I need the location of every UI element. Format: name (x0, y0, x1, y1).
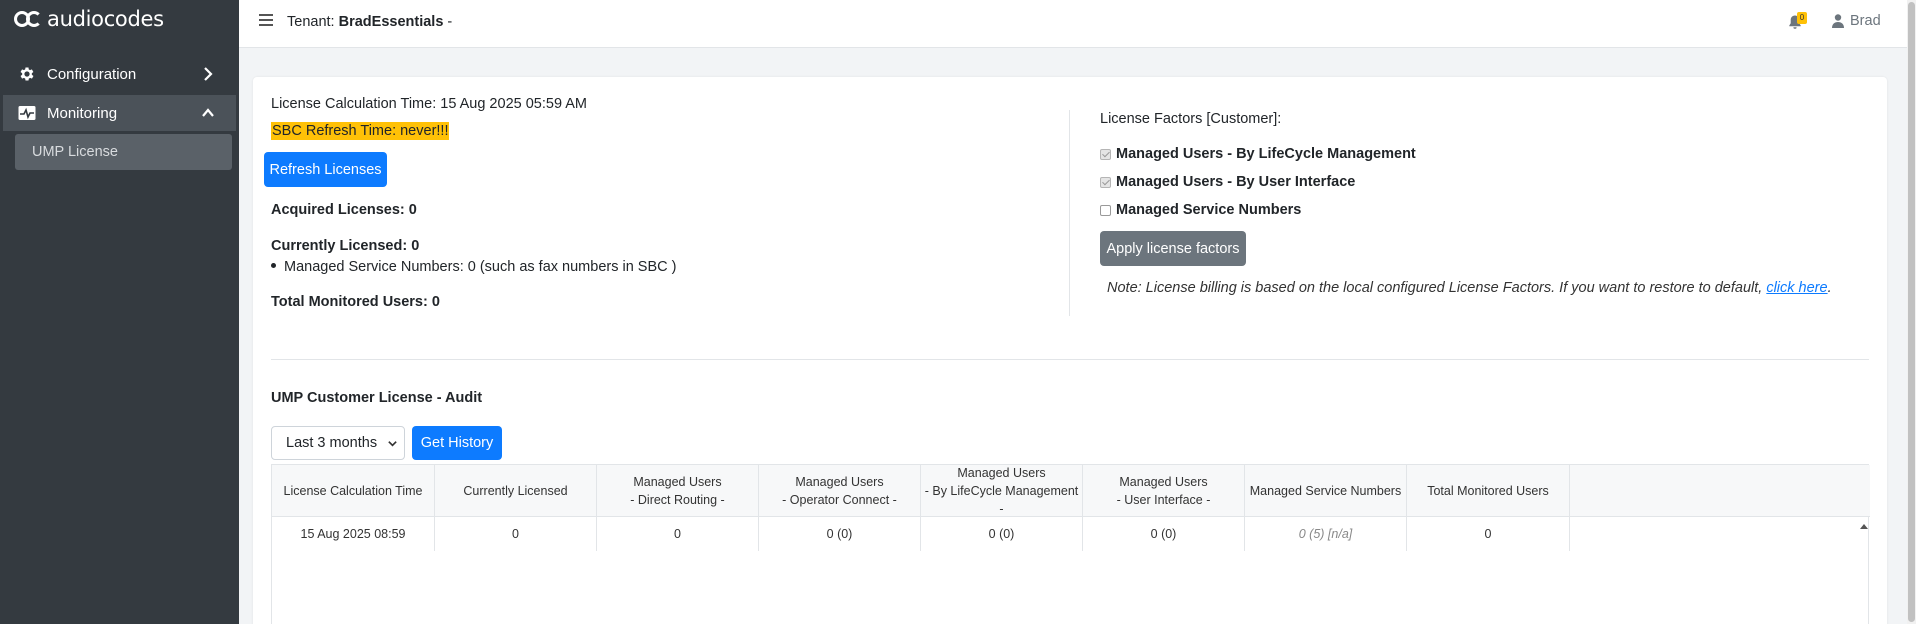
billing-note: Note: License billing is based on the lo… (1107, 280, 1832, 296)
sbc-refresh-time: SBC Refresh Time: never!!! (271, 122, 450, 140)
column-header-label: License Calculation Time (283, 484, 423, 498)
logo-mark-icon (14, 8, 44, 30)
note-end: . (1827, 280, 1832, 296)
column-header-label: Managed Users (1119, 475, 1208, 489)
acquired-licenses: Acquired Licenses: 0 (271, 202, 417, 218)
column-header-label: Total Monitored Users (1427, 484, 1549, 498)
hamburger-menu-icon[interactable] (259, 14, 273, 28)
billing-note-text: Note: License billing is based on the lo… (1107, 280, 1763, 296)
checkbox-unchecked[interactable] (1100, 204, 1111, 216)
notification-badge: 0 (1797, 12, 1807, 24)
table-cell: 0 (0) (759, 517, 921, 551)
column-header-label: Managed Users (633, 475, 722, 489)
managed-service-numbers-text: Managed Service Numbers: 0 (such as fax … (284, 259, 677, 275)
column-header[interactable]: Managed Users - User Interface - (1083, 465, 1245, 517)
tenant-suffix: - (447, 14, 453, 30)
restore-default-link[interactable]: click here (1766, 280, 1827, 296)
column-header-label: - Direct Routing - (630, 493, 725, 507)
history-period-select[interactable]: Last 3 months (271, 426, 405, 460)
column-header-label: Managed Users (957, 466, 1046, 480)
column-header[interactable]: Managed Users - Direct Routing - (597, 465, 759, 517)
monitor-chart-icon (17, 103, 37, 123)
managed-service-numbers-item: Managed Service Numbers: 0 (such as fax … (271, 259, 676, 275)
column-header[interactable]: License Calculation Time (272, 465, 435, 517)
column-header-label: - By LifeCycle Management - (924, 484, 1079, 516)
horizontal-divider (271, 359, 1869, 360)
table-cell: 0 (597, 517, 759, 551)
license-card: License Calculation Time: 15 Aug 2025 05… (253, 77, 1887, 624)
factor-managed-service-numbers[interactable]: Managed Service Numbers (1100, 202, 1301, 218)
sidebar-item-label: Monitoring (47, 104, 118, 122)
apply-license-factors-button[interactable]: Apply license factors (1100, 231, 1246, 266)
logo-text: audiocodes (47, 7, 164, 31)
page-scrollbar[interactable] (1907, 0, 1916, 624)
tenant-name: BradEssentials (338, 14, 444, 30)
table-cell: 0 (1407, 517, 1570, 551)
total-monitored-users: Total Monitored Users: 0 (271, 294, 440, 310)
user-icon (1832, 14, 1844, 28)
user-menu[interactable]: Brad (1832, 13, 1881, 29)
table-cell: 0 (0) (921, 517, 1083, 551)
sidebar-item-configuration[interactable]: Configuration (3, 56, 236, 92)
get-history-button[interactable]: Get History (412, 426, 502, 460)
column-header-label: - User Interface - (1116, 493, 1211, 507)
table-cell: 0 (5) [n/a] (1245, 517, 1407, 551)
user-name: Brad (1850, 13, 1881, 29)
refresh-licenses-button[interactable]: Refresh Licenses (264, 152, 387, 187)
chevron-right-icon (204, 67, 213, 81)
sidebar: audiocodes Configuration Monitoring UMP … (0, 0, 239, 624)
column-header[interactable]: Managed Service Numbers (1245, 465, 1407, 517)
factor-user-interface[interactable]: Managed Users - By User Interface (1100, 174, 1355, 190)
column-header[interactable]: Currently Licensed (435, 465, 597, 517)
audit-table: License Calculation Time Currently Licens… (271, 464, 1870, 624)
column-header-label: Managed Service Numbers (1249, 484, 1402, 498)
license-calc-time: License Calculation Time: 15 Aug 2025 05… (271, 96, 587, 112)
audit-title: UMP Customer License - Audit (271, 390, 483, 406)
history-period-value: Last 3 months (286, 435, 378, 451)
column-header[interactable]: Managed Users - By LifeCycle Management - (921, 465, 1083, 517)
chevron-down-icon (388, 441, 397, 447)
checkbox-checked-disabled[interactable] (1100, 176, 1111, 188)
table-cell: 0 (435, 517, 597, 551)
factor-label: Managed Service Numbers (1116, 202, 1302, 218)
checkbox-checked-disabled[interactable] (1100, 148, 1111, 160)
sidebar-item-monitoring[interactable]: Monitoring (3, 95, 236, 131)
currently-licensed: Currently Licensed: 0 (271, 238, 420, 254)
sidebar-item-label: Configuration (47, 65, 137, 83)
column-header[interactable]: Managed Users - Operator Connect - (759, 465, 921, 517)
factor-label: Managed Users - By LifeCycle Management (1116, 146, 1416, 162)
table-row: 15 Aug 2025 08:59 0 0 0 (0) 0 (0) 0 (0) 0 (5) … (272, 517, 1870, 551)
vertical-divider (1069, 110, 1070, 316)
column-header-label: - Operator Connect - (782, 493, 897, 507)
audiocodes-logo[interactable]: audiocodes (14, 5, 164, 33)
license-factors-title: License Factors [Customer]: (1100, 111, 1282, 127)
chevron-up-icon (202, 108, 214, 117)
factor-label: Managed Users - By User Interface (1116, 174, 1356, 190)
column-header-label: Currently Licensed (463, 484, 568, 498)
tenant-info: Tenant: BradEssentials - (287, 14, 452, 30)
table-cell: 0 (0) (1083, 517, 1245, 551)
sidebar-subitem-ump-license[interactable]: UMP License (15, 134, 232, 170)
table-header: License Calculation Time Currently Licens… (272, 465, 1870, 517)
tenant-label: Tenant: (287, 14, 335, 30)
topbar: Tenant: BradEssentials - 0 Brad (239, 0, 1907, 48)
table-scroll-up-arrow-icon[interactable] (1860, 524, 1868, 529)
table-cell: 15 Aug 2025 08:59 (272, 517, 435, 551)
column-header-label: Managed Users (795, 475, 884, 489)
factor-lifecycle-management[interactable]: Managed Users - By LifeCycle Management (1100, 146, 1416, 162)
gear-icon (17, 64, 37, 84)
column-header[interactable]: Total Monitored Users (1407, 465, 1570, 517)
